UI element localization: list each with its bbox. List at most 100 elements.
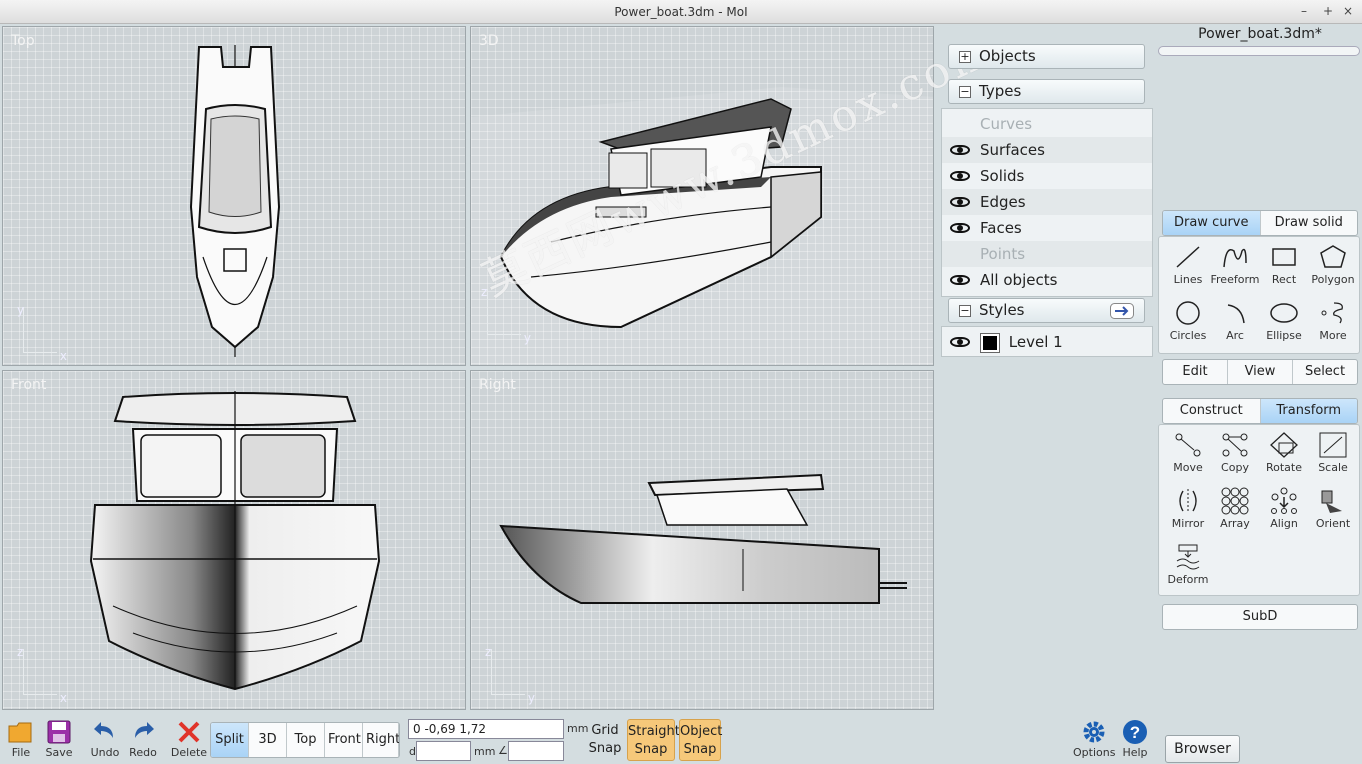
subd-tab: SubD bbox=[1162, 604, 1358, 630]
minimize-button[interactable]: – bbox=[1296, 3, 1312, 19]
distance-input[interactable] bbox=[416, 741, 471, 761]
axis-indicator-top: yx bbox=[17, 303, 67, 363]
lines-tool[interactable]: Lines bbox=[1163, 243, 1213, 299]
arrow-right-icon[interactable] bbox=[1110, 303, 1134, 319]
transform-tabs: Construct Transform bbox=[1162, 398, 1358, 424]
coordinate-input[interactable]: 0 -0,69 1,72 bbox=[408, 719, 564, 739]
options-button[interactable]: Options bbox=[1073, 718, 1115, 764]
straight-snap-toggle[interactable]: Straight Snap bbox=[627, 719, 680, 761]
styles-section[interactable]: − Styles bbox=[948, 298, 1145, 323]
boat-top-view bbox=[189, 45, 281, 357]
subd-button[interactable]: SubD bbox=[1163, 605, 1357, 629]
rect-tool[interactable]: Rect bbox=[1259, 243, 1309, 299]
type-item-curves[interactable]: Curves bbox=[942, 111, 1152, 137]
boat-front-view bbox=[89, 391, 381, 691]
view-right-button[interactable]: Right bbox=[363, 723, 399, 757]
array-tool[interactable]: Array bbox=[1210, 487, 1260, 543]
freeform-icon bbox=[1223, 248, 1247, 268]
freeform-tool[interactable]: Freeform bbox=[1210, 243, 1260, 299]
arc-icon bbox=[1227, 304, 1245, 324]
arc-tool[interactable]: Arc bbox=[1210, 299, 1260, 355]
redo-icon bbox=[135, 722, 154, 738]
rectangle-icon bbox=[1272, 248, 1296, 266]
circle-icon bbox=[1176, 301, 1200, 325]
mirror-tool[interactable]: Mirror bbox=[1163, 487, 1213, 543]
close-button[interactable]: × bbox=[1340, 3, 1356, 19]
mirror-icon bbox=[1179, 489, 1197, 513]
axis-indicator-front: zx bbox=[17, 645, 67, 705]
eye-icon[interactable] bbox=[950, 145, 970, 155]
tab-select[interactable]: Select bbox=[1293, 360, 1357, 384]
move-tool[interactable]: Move bbox=[1163, 431, 1213, 487]
eye-icon[interactable] bbox=[950, 171, 970, 181]
types-section[interactable]: − Types bbox=[948, 79, 1145, 104]
view-top-button[interactable]: Top bbox=[287, 723, 325, 757]
collapse-icon: − bbox=[959, 304, 971, 317]
tab-draw-curve[interactable]: Draw curve bbox=[1163, 211, 1261, 235]
undo-button[interactable]: Undo bbox=[84, 718, 126, 764]
type-item-surfaces[interactable]: Surfaces bbox=[942, 137, 1152, 163]
browser-button[interactable]: Browser bbox=[1165, 735, 1240, 763]
maximize-button[interactable]: + bbox=[1320, 3, 1336, 19]
view-front-button[interactable]: Front bbox=[325, 723, 363, 757]
file-button[interactable]: File bbox=[0, 718, 42, 764]
svg-text:?: ? bbox=[1130, 723, 1140, 742]
viewport-top[interactable]: Top yx bbox=[2, 26, 466, 366]
tab-construct[interactable]: Construct bbox=[1163, 399, 1261, 423]
tab-edit[interactable]: Edit bbox=[1163, 360, 1228, 384]
eye-icon[interactable] bbox=[950, 275, 970, 285]
tab-view[interactable]: View bbox=[1228, 360, 1293, 384]
orient-tool[interactable]: Orient bbox=[1308, 487, 1358, 543]
help-button[interactable]: ? Help bbox=[1114, 718, 1156, 764]
eye-icon[interactable] bbox=[950, 337, 970, 347]
more-tool[interactable]: More bbox=[1308, 299, 1358, 355]
deform-tool[interactable]: Deform bbox=[1163, 543, 1213, 599]
tab-transform[interactable]: Transform bbox=[1260, 399, 1357, 423]
viewport-front[interactable]: Front zx bbox=[2, 370, 466, 710]
eye-icon[interactable] bbox=[950, 197, 970, 207]
rotate-icon bbox=[1270, 432, 1298, 458]
file-name: Power_boat.3dm* bbox=[1198, 26, 1322, 42]
delete-button[interactable]: Delete bbox=[168, 718, 210, 764]
grid-snap-toggle[interactable]: Grid Snap bbox=[584, 719, 626, 761]
objects-label: Objects bbox=[979, 47, 1036, 65]
type-item-solids[interactable]: Solids bbox=[942, 163, 1152, 189]
copy-tool[interactable]: Copy bbox=[1210, 431, 1260, 487]
array-icon bbox=[1221, 487, 1249, 515]
ellipse-icon bbox=[1270, 303, 1298, 323]
ellipse-tool[interactable]: Ellipse bbox=[1259, 299, 1309, 355]
eye-icon[interactable] bbox=[950, 223, 970, 233]
type-item-all-objects[interactable]: All objects bbox=[942, 267, 1152, 293]
deform-icon bbox=[1176, 544, 1200, 570]
undo-icon bbox=[94, 722, 113, 738]
type-item-points[interactable]: Points bbox=[942, 241, 1152, 267]
align-tool[interactable]: Align bbox=[1259, 487, 1309, 543]
copy-icon bbox=[1222, 433, 1248, 457]
level-color-swatch[interactable] bbox=[980, 332, 1000, 353]
move-icon bbox=[1175, 433, 1201, 457]
collapse-icon: − bbox=[959, 85, 971, 98]
object-snap-toggle[interactable]: Object Snap bbox=[679, 719, 722, 761]
style-item-level-1[interactable]: Level 1 bbox=[942, 329, 1152, 355]
objects-section[interactable]: + Objects bbox=[948, 44, 1145, 69]
polygon-tool[interactable]: Polygon bbox=[1308, 243, 1358, 299]
view-3d-button[interactable]: 3D bbox=[249, 723, 287, 757]
scale-tool[interactable]: Scale bbox=[1308, 431, 1358, 487]
align-icon bbox=[1271, 487, 1297, 514]
angle-input[interactable] bbox=[508, 741, 564, 761]
type-item-faces[interactable]: Faces bbox=[942, 215, 1152, 241]
tab-draw-solid[interactable]: Draw solid bbox=[1261, 211, 1358, 235]
save-button[interactable]: Save bbox=[38, 718, 80, 764]
viewport-right[interactable]: Right zy bbox=[470, 370, 934, 710]
orient-icon bbox=[1321, 490, 1342, 513]
view-split-button[interactable]: Split bbox=[211, 723, 249, 757]
window-title: Power_boat.3dm - MoI bbox=[614, 5, 748, 19]
redo-button[interactable]: Redo bbox=[122, 718, 164, 764]
distance-label: d bbox=[409, 745, 416, 758]
rotate-tool[interactable]: Rotate bbox=[1259, 431, 1309, 487]
spiral-icon bbox=[1321, 302, 1343, 324]
circles-tool[interactable]: Circles bbox=[1163, 299, 1213, 355]
types-label: Types bbox=[979, 82, 1022, 100]
type-item-edges[interactable]: Edges bbox=[942, 189, 1152, 215]
view-switcher: Split 3D Top Front Right bbox=[210, 722, 400, 758]
